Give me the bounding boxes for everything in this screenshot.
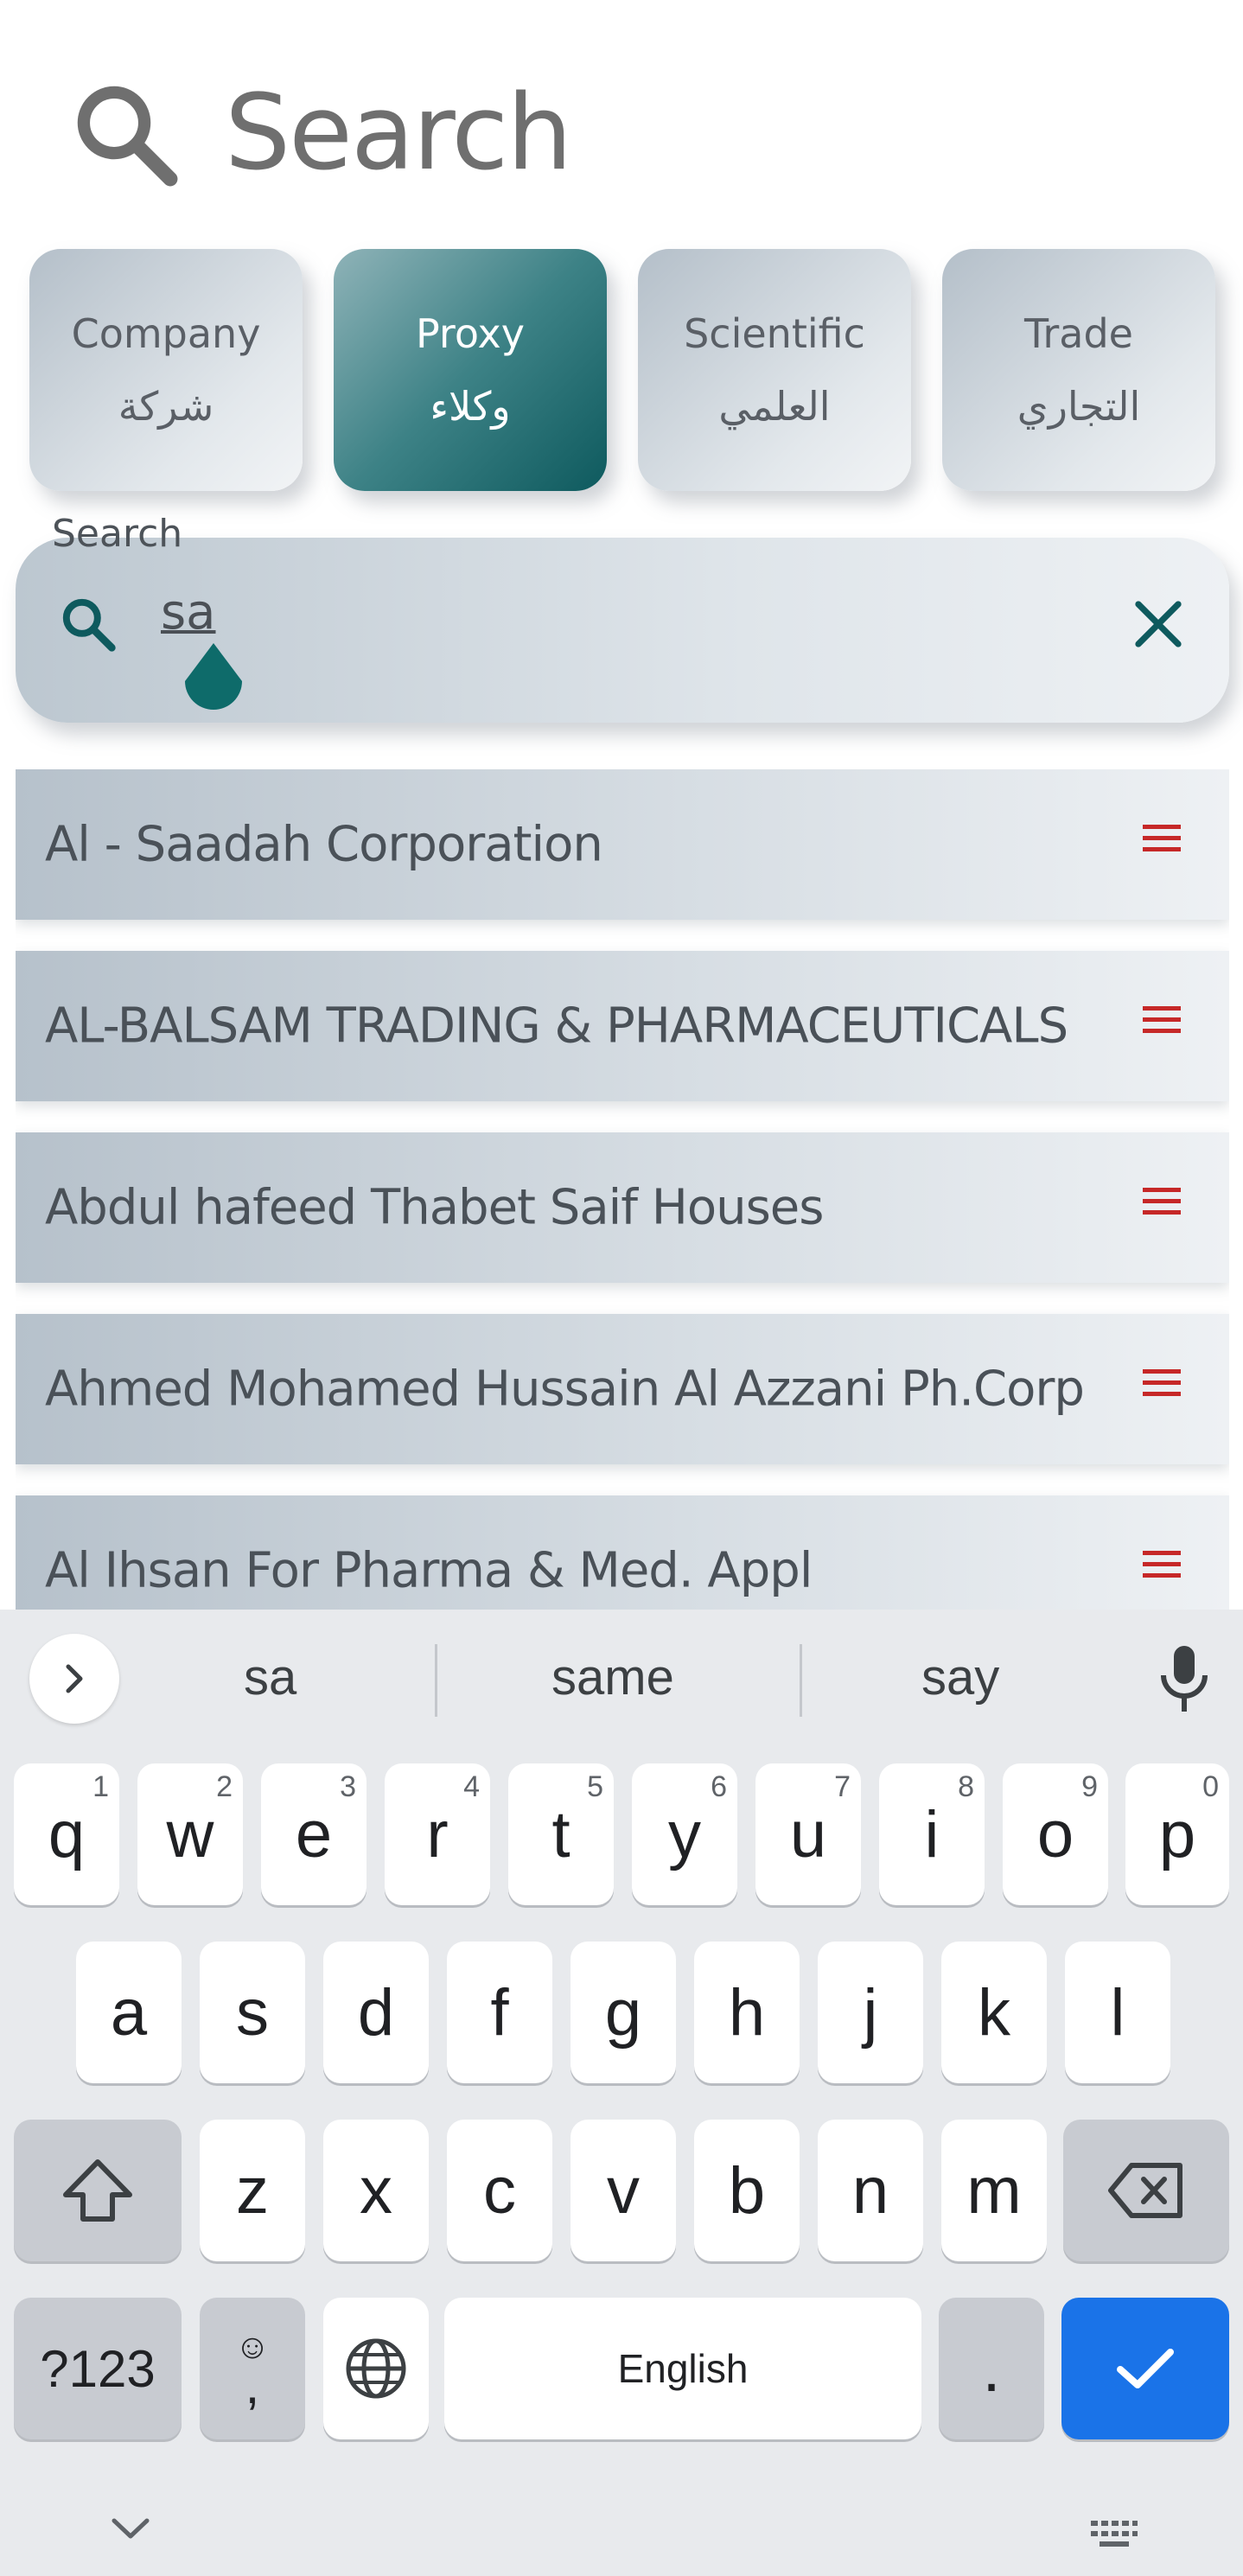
tab-company[interactable]: Company شركة <box>29 249 303 491</box>
key-i[interactable]: i8 <box>879 1763 985 1905</box>
backspace-key[interactable] <box>1063 2120 1229 2261</box>
key-p[interactable]: p0 <box>1125 1763 1229 1905</box>
key-s[interactable]: s <box>200 1942 305 2083</box>
key-x[interactable]: x <box>323 2120 429 2261</box>
tab-label-en: Proxy <box>415 310 525 357</box>
key-c[interactable]: c <box>447 2120 552 2261</box>
suggestion-2[interactable]: same <box>551 1648 674 1706</box>
shift-key[interactable] <box>14 2120 182 2261</box>
key-t[interactable]: t5 <box>508 1763 614 1905</box>
tab-label-ar: شركة <box>118 383 214 430</box>
tab-label-en: Scientific <box>684 310 865 357</box>
key-b[interactable]: b <box>694 2120 800 2261</box>
globe-icon <box>346 2338 406 2399</box>
backspace-icon <box>1108 2163 1182 2218</box>
tab-label-ar: وكلاء <box>430 383 511 430</box>
key-j[interactable]: j <box>818 1942 923 2083</box>
list-item-label: Ahmed Mohamed Hussain Al Azzani Ph.Corp <box>45 1361 1085 1418</box>
chevron-right-icon <box>66 1664 83 1693</box>
suggestion-strip: sa same say <box>0 1610 1243 1748</box>
shift-icon <box>63 2159 132 2222</box>
suggestion-3[interactable]: say <box>921 1648 999 1706</box>
text-cursor-handle[interactable] <box>180 641 247 724</box>
tab-label-en: Trade <box>1024 310 1133 357</box>
menu-icon[interactable] <box>1143 1368 1181 1399</box>
close-icon[interactable] <box>1127 593 1189 655</box>
key-n[interactable]: n <box>818 2120 923 2261</box>
key-h[interactable]: h <box>694 1942 800 2083</box>
results-list: Al - Saadah Corporation AL-BALSAM TRADIN… <box>16 769 1229 1610</box>
navigation-bar <box>0 2474 1243 2576</box>
key-a[interactable]: a <box>76 1942 182 2083</box>
space-bar[interactable]: English <box>444 2298 921 2439</box>
list-item[interactable]: Abdul hafeed Thabet Saif Houses <box>16 1132 1229 1283</box>
tab-label-ar: العلمي <box>718 383 831 430</box>
tab-label-ar: التجاري <box>1017 383 1141 430</box>
menu-icon[interactable] <box>1143 1549 1181 1580</box>
language-key[interactable] <box>323 2298 429 2439</box>
suggestion-divider <box>800 1644 802 1717</box>
key-y[interactable]: y6 <box>632 1763 737 1905</box>
list-item-label: Al Ihsan For Pharma & Med. Appl <box>45 1542 813 1599</box>
list-item[interactable]: Al - Saadah Corporation <box>16 769 1229 920</box>
tab-proxy[interactable]: Proxy وكلاء <box>334 249 607 491</box>
suggestion-divider <box>435 1644 437 1717</box>
search-icon <box>77 86 178 187</box>
enter-key[interactable] <box>1061 2298 1229 2439</box>
page-title: Search <box>225 73 572 194</box>
list-item-label: Al - Saadah Corporation <box>45 816 603 873</box>
key-q[interactable]: q1 <box>14 1763 119 1905</box>
key-o[interactable]: o9 <box>1003 1763 1108 1905</box>
key-w[interactable]: w2 <box>137 1763 243 1905</box>
key-r[interactable]: r4 <box>385 1763 490 1905</box>
list-item[interactable]: AL-BALSAM TRADING & PHARMACEUTICALS <box>16 951 1229 1101</box>
key-d[interactable]: d <box>323 1942 429 2083</box>
key-g[interactable]: g <box>571 1942 676 2083</box>
list-item-label: AL-BALSAM TRADING & PHARMACEUTICALS <box>45 998 1068 1055</box>
symbols-key[interactable]: ?123 <box>14 2298 182 2439</box>
chevron-down-icon[interactable] <box>109 2515 152 2541</box>
period-key[interactable]: . <box>939 2298 1044 2439</box>
search-field-label: Search <box>52 512 183 556</box>
tab-label-en: Company <box>71 310 261 357</box>
key-l[interactable]: l <box>1065 1942 1170 2083</box>
search-icon <box>62 598 116 652</box>
list-item[interactable]: Ahmed Mohamed Hussain Al Azzani Ph.Corp <box>16 1314 1229 1464</box>
emoji-comma-key[interactable]: ☺ , <box>200 2298 305 2439</box>
microphone-icon[interactable] <box>1155 1644 1214 1713</box>
search-input-value[interactable]: sa <box>161 584 216 641</box>
key-f[interactable]: f <box>447 1942 552 2083</box>
keyboard-icon[interactable] <box>1089 2519 1139 2550</box>
tab-trade[interactable]: Trade التجاري <box>942 249 1215 491</box>
checkmark-icon <box>1117 2349 1174 2388</box>
key-e[interactable]: e3 <box>261 1763 367 1905</box>
tab-scientific[interactable]: Scientific العلمي <box>638 249 911 491</box>
key-m[interactable]: m <box>941 2120 1047 2261</box>
list-item[interactable]: Al Ihsan For Pharma & Med. Appl <box>16 1495 1229 1610</box>
list-item-label: Abdul hafeed Thabet Saif Houses <box>45 1179 824 1236</box>
page-header: Search <box>0 0 1243 242</box>
menu-icon[interactable] <box>1143 823 1181 854</box>
menu-icon[interactable] <box>1143 1186 1181 1217</box>
menu-icon[interactable] <box>1143 1004 1181 1036</box>
expand-toolbar-button[interactable] <box>29 1634 119 1724</box>
key-v[interactable]: v <box>571 2120 676 2261</box>
suggestion-1[interactable]: sa <box>244 1648 296 1706</box>
key-u[interactable]: u7 <box>755 1763 861 1905</box>
category-tabs: Company شركة Proxy وكلاء Scientific العل… <box>29 249 1215 493</box>
on-screen-keyboard: sa same say q1 w2 e3 r4 t5 y6 u7 i8 o9 p… <box>0 1610 1243 2576</box>
key-k[interactable]: k <box>941 1942 1047 2083</box>
key-z[interactable]: z <box>200 2120 305 2261</box>
